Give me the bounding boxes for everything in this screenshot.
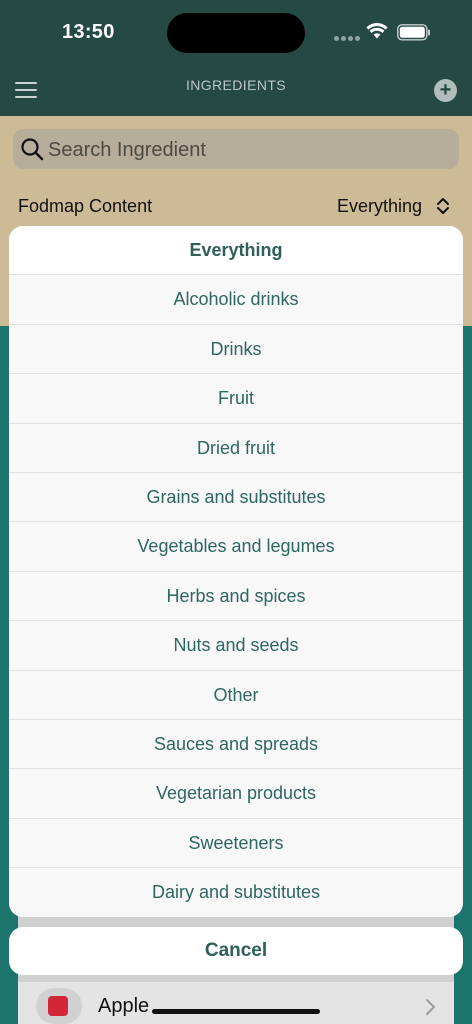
action-sheet-option[interactable]: Herbs and spices — [9, 571, 463, 622]
action-sheet-option[interactable]: Other — [9, 670, 463, 720]
action-sheet-option[interactable]: Dairy and substitutes — [9, 868, 463, 917]
action-sheet-option[interactable]: Fruit — [9, 374, 463, 424]
action-sheet-option[interactable]: Vegetables and legumes — [9, 522, 463, 572]
action-sheet-option[interactable]: Vegetarian products — [9, 769, 463, 819]
action-sheet-option[interactable]: Alcoholic drinks — [9, 275, 463, 325]
action-sheet: Everything Alcoholic drinks Drinks Fruit Dri… — [9, 226, 463, 917]
cancel-button[interactable]: Cancel — [9, 927, 463, 975]
action-sheet-option[interactable]: Everything — [9, 226, 463, 276]
action-sheet-option[interactable]: Grains and substitutes — [9, 472, 463, 523]
action-sheet-option[interactable]: Sweeteners — [9, 818, 463, 869]
action-sheet-option[interactable]: Drinks — [9, 324, 463, 375]
action-sheet-option[interactable]: Dried fruit — [9, 423, 463, 473]
action-sheet-option[interactable]: Nuts and seeds — [9, 621, 463, 671]
action-sheet-option[interactable]: Sauces and spreads — [9, 719, 463, 770]
home-indicator[interactable] — [152, 1009, 320, 1014]
